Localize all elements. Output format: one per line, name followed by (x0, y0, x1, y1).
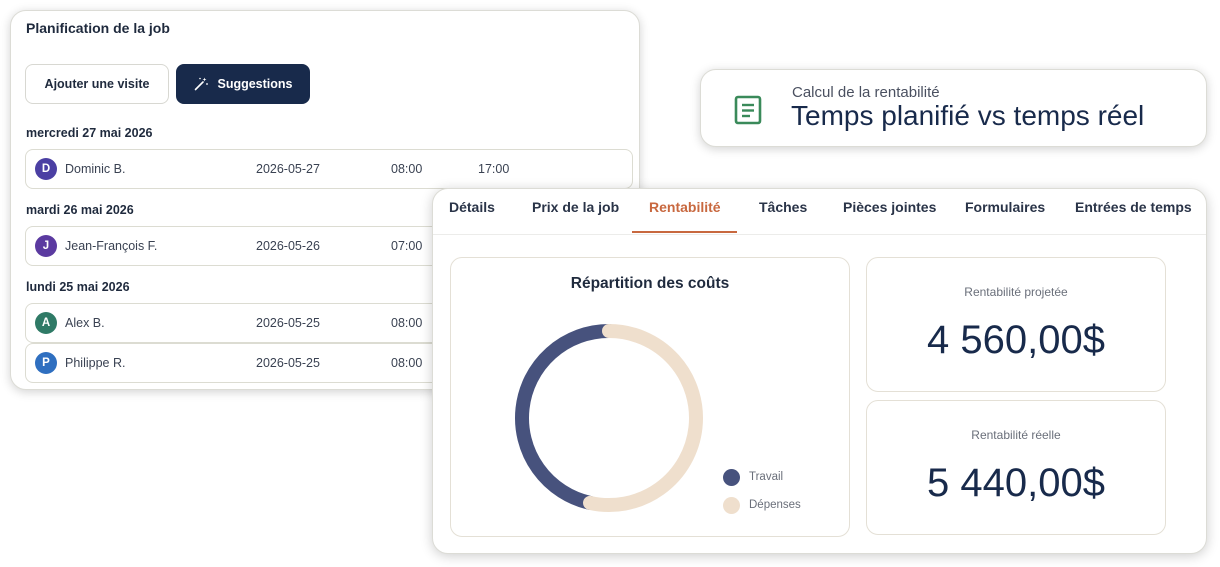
legend-swatch (723, 468, 740, 486)
tab-time-entries[interactable]: Entrées de temps (1075, 199, 1192, 215)
visit-end-time: 17:00 (478, 162, 510, 176)
add-visit-button[interactable]: Ajouter une visite (25, 64, 169, 104)
tab-details[interactable]: Détails (449, 199, 495, 215)
planning-title: Planification de la job (26, 20, 170, 36)
suggestions-label: Suggestions (217, 77, 293, 91)
kpi-value: 5 440,00$ (927, 461, 1105, 505)
visit-row[interactable]: D Dominic B. 2026-05-27 08:00 17:00 (25, 149, 633, 189)
chart-title: Répartition des coûts (570, 275, 730, 292)
legend-label: Dépenses (749, 499, 801, 511)
visit-date: 2026-05-26 (256, 239, 320, 253)
legend-swatch (723, 496, 740, 514)
cost-donut-chart (515, 324, 703, 512)
employee-name: Alex B. (65, 316, 105, 330)
suggestions-button[interactable]: Suggestions (176, 64, 310, 104)
legend-label: Travail (749, 471, 784, 483)
kpi-label: Rentabilité réelle (971, 428, 1061, 442)
tab-tasks[interactable]: Tâches (759, 199, 807, 215)
visit-date: 2026-05-27 (256, 162, 320, 176)
tab-attachments[interactable]: Pièces jointes (843, 199, 936, 215)
kpi-value: 4 560,00$ (927, 318, 1105, 362)
visit-date: 2026-05-25 (256, 316, 320, 330)
day-label: mercredi 27 mai 2026 (26, 126, 153, 140)
visit-start-time: 07:00 (391, 239, 423, 253)
avatar: P (35, 352, 57, 374)
visit-start-time: 08:00 (391, 162, 423, 176)
profitability-callout: Calcul de la rentabilité Temps planifié … (700, 69, 1207, 147)
employee-name: Dominic B. (65, 162, 126, 176)
avatar: A (35, 312, 57, 334)
avatar: D (35, 158, 57, 180)
employee-name: Philippe R. (65, 356, 126, 370)
job-tabs: Détails Prix de la job Rentabilité Tâche… (433, 189, 1206, 235)
legend-item-labor: Travail (723, 463, 801, 491)
day-label: lundi 25 mai 2026 (26, 280, 130, 294)
donut-slice-labor (515, 324, 616, 510)
visit-start-time: 08:00 (391, 316, 423, 330)
tab-forms[interactable]: Formulaires (965, 199, 1045, 215)
tab-job-price[interactable]: Prix de la job (532, 199, 619, 215)
callout-subtitle: Calcul de la rentabilité (792, 84, 940, 101)
avatar: J (35, 235, 57, 257)
employee-name: Jean-François F. (65, 239, 158, 253)
document-icon (734, 95, 762, 125)
cost-breakdown-panel: Répartition des coûts Travail Dépenses (450, 257, 850, 537)
visit-start-time: 08:00 (391, 356, 423, 370)
projected-profit-card: Rentabilité projetée 4 560,00$ (866, 257, 1166, 392)
day-label: mardi 26 mai 2026 (26, 203, 134, 217)
chart-legend: Travail Dépenses (723, 463, 801, 519)
add-visit-label: Ajouter une visite (44, 77, 150, 91)
donut-slice-expenses (583, 324, 703, 512)
profitability-card: Détails Prix de la job Rentabilité Tâche… (432, 188, 1207, 554)
visit-date: 2026-05-25 (256, 356, 320, 370)
active-tab-indicator (632, 231, 737, 233)
tab-profitability[interactable]: Rentabilité (649, 199, 721, 215)
actual-profit-card: Rentabilité réelle 5 440,00$ (866, 400, 1166, 535)
callout-title: Temps planifié vs temps réel (791, 100, 1145, 131)
kpi-label: Rentabilité projetée (964, 285, 1068, 299)
magic-wand-icon (195, 77, 209, 91)
legend-item-expenses: Dépenses (723, 491, 801, 519)
